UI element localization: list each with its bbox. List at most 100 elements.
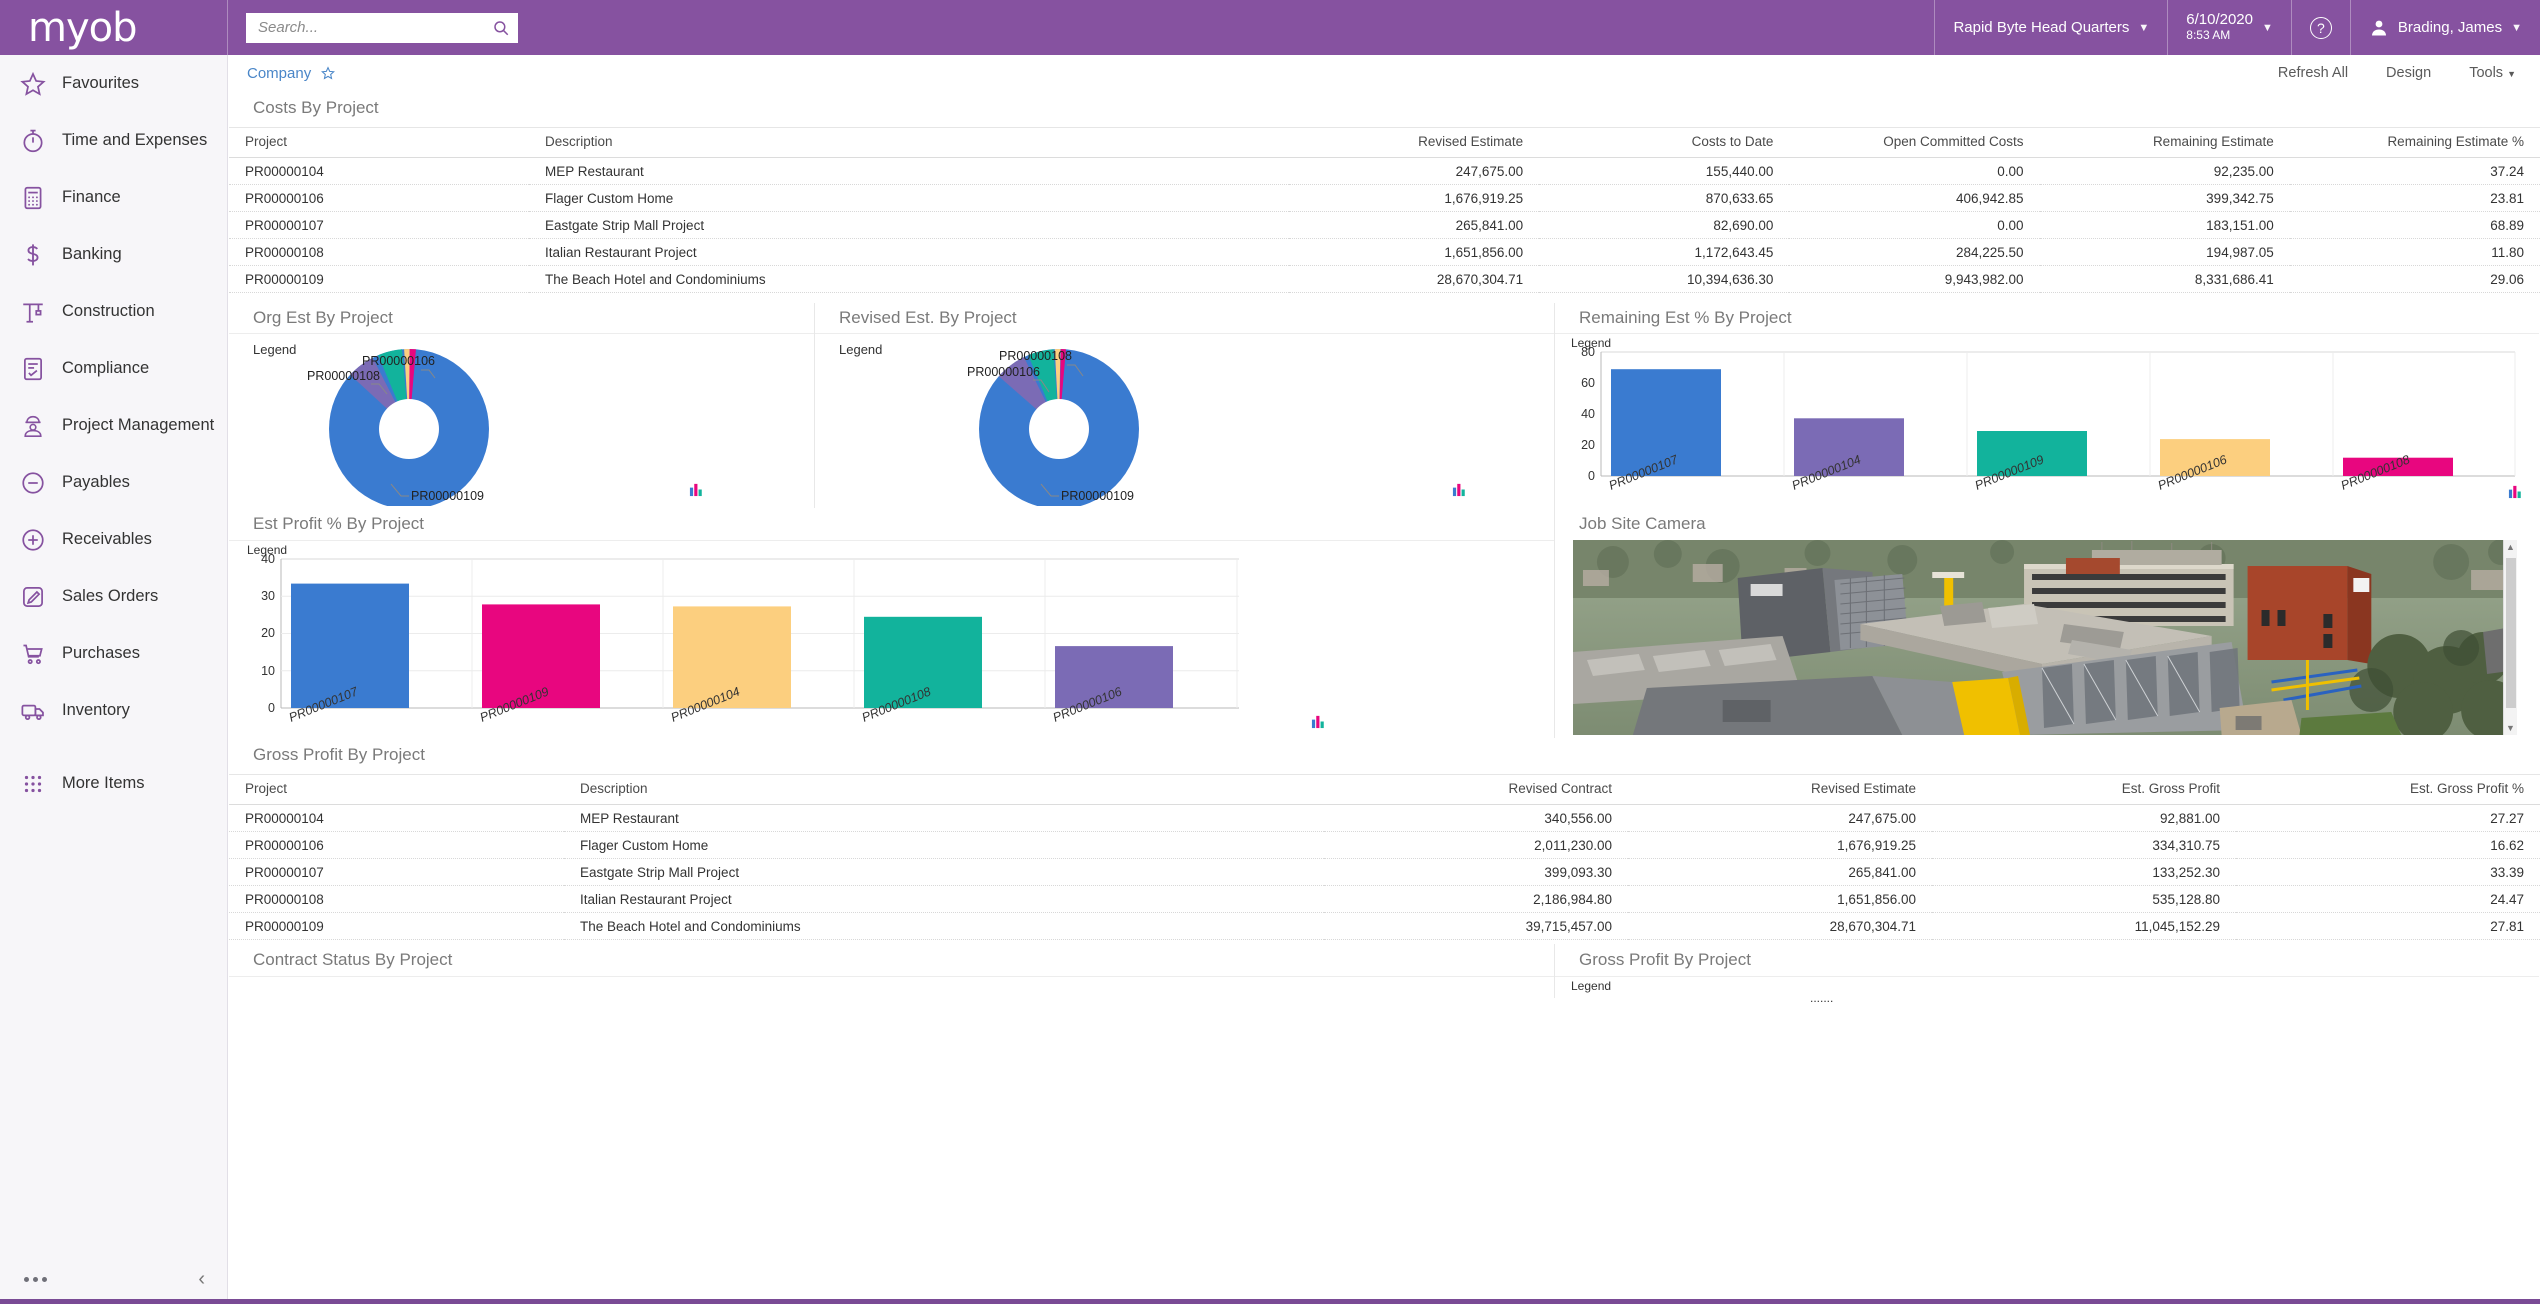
- col-costs-to-date[interactable]: Costs to Date: [1539, 127, 1790, 158]
- chevron-down-icon[interactable]: ▼: [2138, 22, 2149, 34]
- sidebar-item-inventory[interactable]: Inventory: [0, 682, 227, 739]
- revised-est-chart-area[interactable]: Legend PR00000108 PR00000106 PR00000109: [815, 333, 1555, 509]
- est-profit-chart-area[interactable]: Legend 40 30 20 10 0 PR00000107 PR000001…: [229, 540, 1554, 735]
- org-est-donut-svg[interactable]: PR00000106 PR00000108 PR00000109: [229, 334, 814, 509]
- chevron-down-icon[interactable]: ▼: [2511, 22, 2522, 34]
- breadcrumb-company-link[interactable]: Company: [247, 65, 311, 82]
- cell-open-committed[interactable]: 284,225.50: [1789, 238, 2040, 266]
- cell-description[interactable]: Italian Restaurant Project: [564, 885, 1324, 913]
- triangle-up-icon[interactable]: ▲: [2506, 542, 2515, 552]
- cell-open-committed[interactable]: 0.00: [1789, 211, 2040, 239]
- cell-project[interactable]: PR00000107: [229, 211, 529, 239]
- search-box[interactable]: [246, 12, 518, 43]
- col-est-gross-profit[interactable]: Est. Gross Profit: [1932, 774, 2236, 805]
- chart-icon[interactable]: [689, 482, 704, 497]
- star-outline-icon[interactable]: [321, 66, 336, 80]
- question-mark-icon[interactable]: ?: [2309, 16, 2332, 39]
- col-description[interactable]: Description: [564, 774, 1324, 805]
- sidebar-item-construction[interactable]: Construction: [0, 283, 227, 340]
- cell-description[interactable]: Eastgate Strip Mall Project: [529, 211, 1289, 239]
- sidebar-item-more-items[interactable]: More Items: [0, 755, 227, 812]
- col-revised-contract[interactable]: Revised Contract: [1324, 774, 1628, 805]
- chevron-left-icon[interactable]: ‹: [198, 1268, 205, 1291]
- cell-project[interactable]: PR00000109: [229, 912, 564, 940]
- cell-description[interactable]: The Beach Hotel and Condominiums: [529, 265, 1289, 293]
- cell-description[interactable]: Flager Custom Home: [529, 184, 1289, 212]
- col-open-committed-costs[interactable]: Open Committed Costs: [1789, 127, 2040, 158]
- chart-icon[interactable]: [1452, 482, 1467, 497]
- cell-open-committed[interactable]: 406,942.85: [1789, 184, 2040, 212]
- refresh-all-button[interactable]: Refresh All: [2278, 65, 2348, 81]
- sidebar-item-payables[interactable]: Payables: [0, 454, 227, 511]
- cell-description[interactable]: MEP Restaurant: [529, 157, 1289, 185]
- camera-image[interactable]: ▲ ▼: [1573, 540, 2517, 735]
- remaining-est-bar-svg[interactable]: 80 60 40 20 0 PR00000107 PR00000104 PR00…: [1555, 334, 2539, 506]
- col-est-gross-profit-pct[interactable]: Est. Gross Profit %: [2236, 774, 2540, 805]
- table-row[interactable]: PR00000109 The Beach Hotel and Condomini…: [229, 912, 2540, 940]
- ellipsis-icon[interactable]: [24, 1276, 47, 1282]
- sidebar-item-finance[interactable]: Finance: [0, 169, 227, 226]
- search-input[interactable]: [256, 18, 492, 37]
- user-menu[interactable]: Brading, James ▼: [2349, 0, 2540, 55]
- table-row[interactable]: PR00000107 Eastgate Strip Mall Project 3…: [229, 858, 2540, 886]
- table-row[interactable]: PR00000106 Flager Custom Home 1,676,919.…: [229, 184, 2540, 212]
- table-row[interactable]: PR00000104 MEP Restaurant 247,675.00 155…: [229, 157, 2540, 185]
- remaining-est-chart-area[interactable]: Legend 80 60 40 20 0 PR00000107 PR000001…: [1555, 333, 2539, 505]
- sidebar-item-sales-orders[interactable]: Sales Orders: [0, 568, 227, 625]
- help-button[interactable]: ?: [2290, 0, 2350, 55]
- cell-open-committed[interactable]: 9,943,982.00: [1789, 265, 2040, 293]
- cell-description[interactable]: MEP Restaurant: [564, 804, 1324, 832]
- design-button[interactable]: Design: [2386, 65, 2431, 81]
- sidebar-item-receivables[interactable]: Receivables: [0, 511, 227, 568]
- cell-project[interactable]: PR00000108: [229, 238, 529, 266]
- col-description[interactable]: Description: [529, 127, 1289, 158]
- company-selector[interactable]: Rapid Byte Head Quarters ▼: [1934, 0, 2167, 55]
- table-row[interactable]: PR00000104 MEP Restaurant 340,556.00 247…: [229, 804, 2540, 832]
- org-est-chart-area[interactable]: Legend PR00000106 PR00000108 PR00000109: [229, 333, 814, 509]
- sidebar-item-purchases[interactable]: Purchases: [0, 625, 227, 682]
- triangle-down-icon[interactable]: ▼: [2506, 723, 2515, 733]
- cell-project[interactable]: PR00000106: [229, 831, 564, 859]
- camera-scrollbar[interactable]: ▲ ▼: [2503, 540, 2517, 735]
- myob-logo[interactable]: myob: [0, 0, 228, 55]
- col-revised-estimate[interactable]: Revised Estimate: [1289, 127, 1540, 158]
- scrollbar-thumb[interactable]: [2506, 558, 2516, 708]
- cell-description[interactable]: Flager Custom Home: [564, 831, 1324, 859]
- cell-project[interactable]: PR00000107: [229, 858, 564, 886]
- cell-description[interactable]: Italian Restaurant Project: [529, 238, 1289, 266]
- revised-est-donut-svg[interactable]: PR00000108 PR00000106 PR00000109: [815, 334, 1555, 509]
- col-project[interactable]: Project: [229, 774, 564, 805]
- tools-menu-button[interactable]: Tools ▼: [2469, 65, 2516, 81]
- table-row[interactable]: PR00000108 Italian Restaurant Project 1,…: [229, 238, 2540, 266]
- chart-icon[interactable]: [2508, 484, 2523, 499]
- chevron-down-icon[interactable]: ▼: [2507, 69, 2516, 79]
- col-remaining-estimate[interactable]: Remaining Estimate: [2039, 127, 2290, 158]
- col-revised-estimate[interactable]: Revised Estimate: [1628, 774, 1932, 805]
- chart-icon[interactable]: [1311, 714, 1326, 729]
- cell-project[interactable]: PR00000109: [229, 265, 529, 293]
- cell-open-committed[interactable]: 0.00: [1789, 157, 2040, 185]
- table-row[interactable]: PR00000108 Italian Restaurant Project 2,…: [229, 885, 2540, 913]
- est-profit-bar-svg[interactable]: 40 30 20 10 0 PR00000107 PR00000109 PR00…: [229, 541, 1554, 736]
- table-row[interactable]: PR00000109 The Beach Hotel and Condomini…: [229, 265, 2540, 293]
- chevron-down-icon[interactable]: ▼: [2262, 22, 2273, 34]
- date-time-selector[interactable]: 6/10/2020 8:53 AM ▼: [2167, 0, 2291, 55]
- sidebar-item-time-and-expenses[interactable]: Time and Expenses: [0, 112, 227, 169]
- logo-text: myob: [28, 4, 137, 51]
- camera-viewport[interactable]: ▲ ▼: [1555, 540, 2539, 735]
- cell-description[interactable]: The Beach Hotel and Condominiums: [564, 912, 1324, 940]
- sidebar-item-banking[interactable]: Banking: [0, 226, 227, 283]
- col-remaining-estimate-pct[interactable]: Remaining Estimate %: [2289, 127, 2540, 158]
- cell-project[interactable]: PR00000106: [229, 184, 529, 212]
- cell-project[interactable]: PR00000104: [229, 804, 564, 832]
- table-row[interactable]: PR00000106 Flager Custom Home 2,011,230.…: [229, 831, 2540, 859]
- sidebar-item-compliance[interactable]: Compliance: [0, 340, 227, 397]
- cell-project[interactable]: PR00000104: [229, 157, 529, 185]
- col-project[interactable]: Project: [229, 127, 529, 158]
- cell-description[interactable]: Eastgate Strip Mall Project: [564, 858, 1324, 886]
- table-row[interactable]: PR00000107 Eastgate Strip Mall Project 2…: [229, 211, 2540, 239]
- sidebar-item-project-management[interactable]: Project Management: [0, 397, 227, 454]
- sidebar-item-favourites[interactable]: Favourites: [0, 55, 227, 112]
- cell-project[interactable]: PR00000108: [229, 885, 564, 913]
- search-icon[interactable]: [492, 19, 510, 37]
